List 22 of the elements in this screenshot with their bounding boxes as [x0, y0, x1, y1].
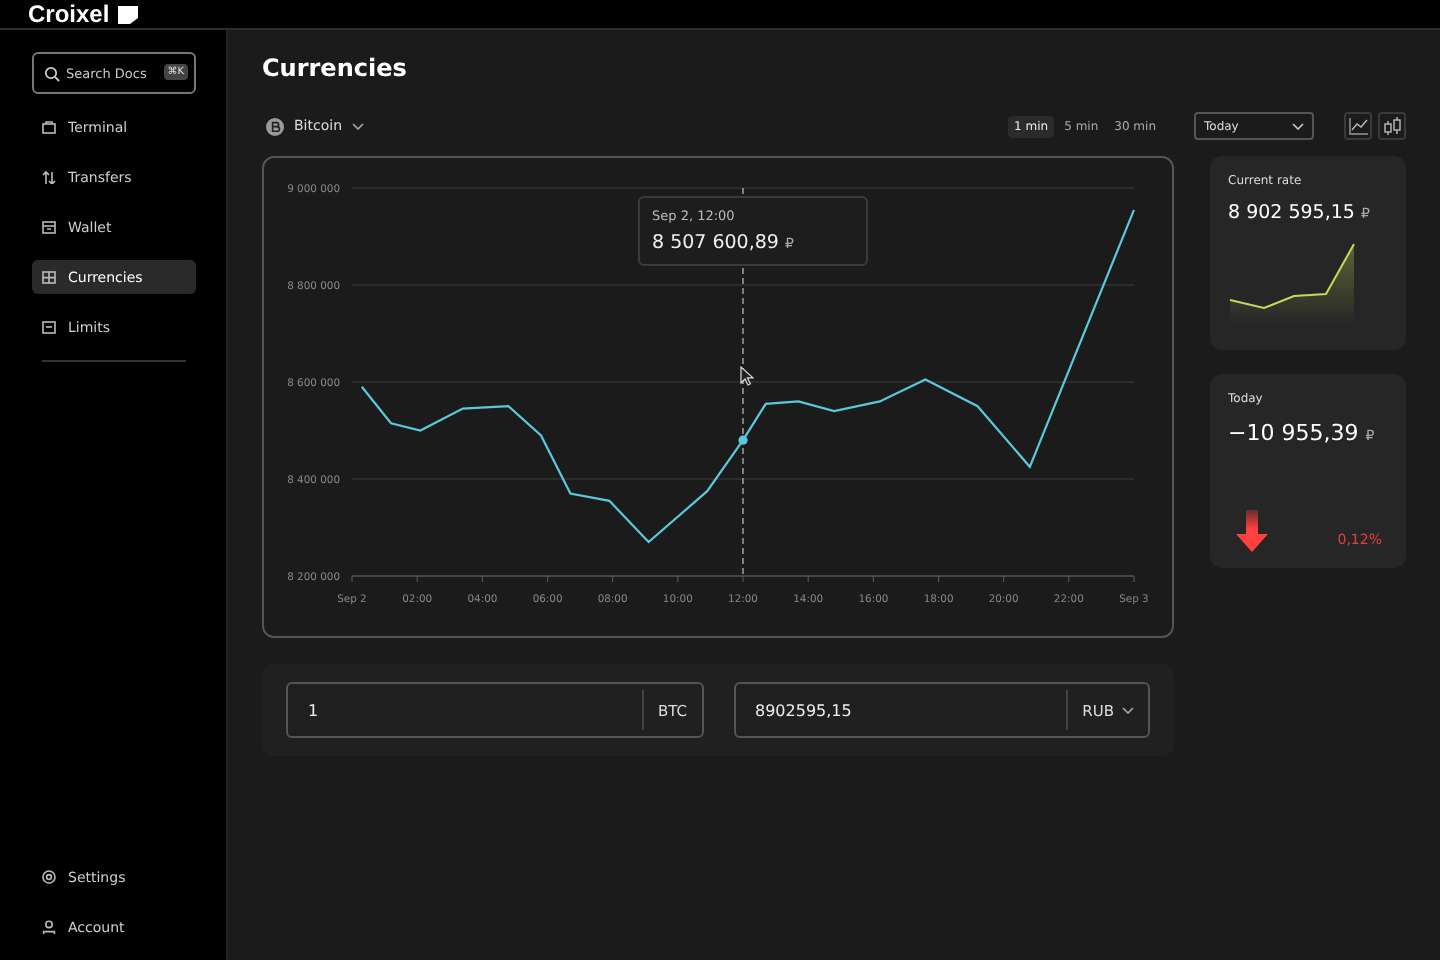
- coin-icon: [266, 117, 284, 135]
- logo-icon: [115, 2, 140, 26]
- arrows-icon: [42, 170, 56, 184]
- chevron-icon: [1292, 122, 1304, 130]
- person-icon: [42, 920, 56, 934]
- chart-type-button[interactable]: [1378, 112, 1406, 140]
- candlestick-icon: [1382, 116, 1402, 136]
- down-arrow-icon: [1236, 510, 1268, 552]
- wallet-icon: [42, 220, 56, 234]
- chevron-icon: [1122, 706, 1134, 714]
- settings-icon: [42, 870, 56, 884]
- grid-icon: [42, 270, 56, 284]
- card-icon: [42, 320, 56, 334]
- chart-type-button[interactable]: [1344, 112, 1372, 140]
- chevron-icon: [352, 122, 365, 130]
- pointer-icon: [740, 366, 754, 386]
- app-logo: Croixel: [28, 1, 110, 27]
- briefcase-icon: [42, 120, 56, 134]
- page-title: Currencies: [262, 54, 409, 86]
- hover-dot: [738, 435, 748, 445]
- search-icon: [44, 66, 60, 82]
- line-chart-icon: [1348, 116, 1368, 136]
